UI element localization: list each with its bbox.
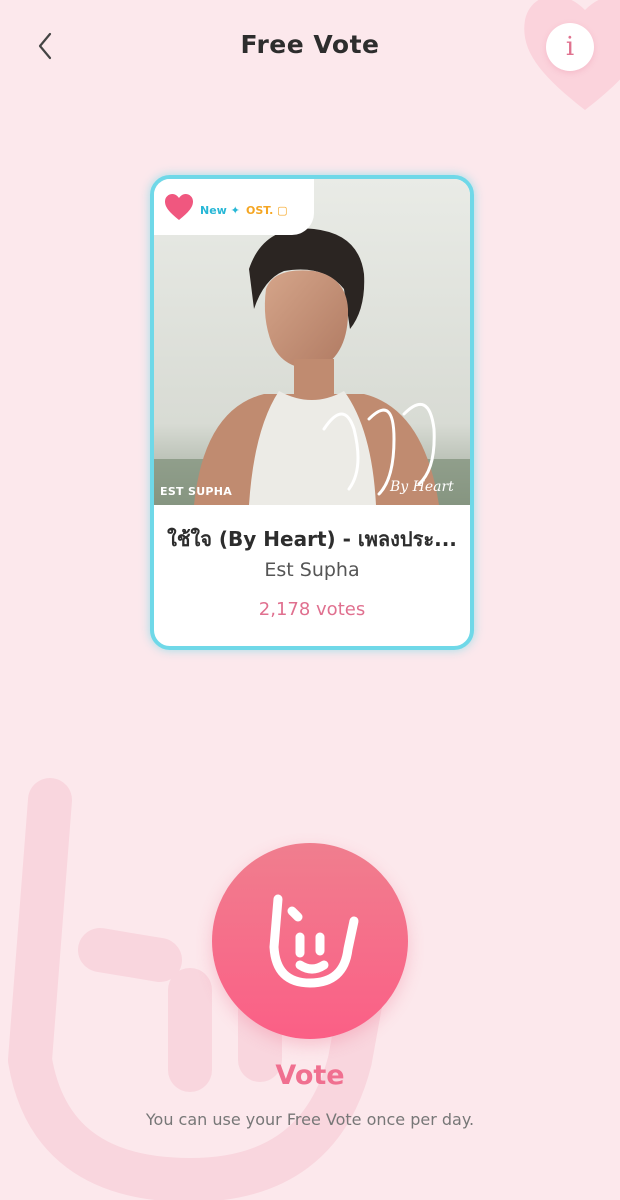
vote-label: Vote bbox=[275, 1060, 345, 1091]
artist-name: Est Supha bbox=[264, 559, 360, 581]
page-title: Free Vote bbox=[240, 30, 380, 59]
vote-count: 2,178 votes bbox=[258, 599, 366, 620]
song-title: ใช้ใจ (By Heart) - เพลงประ... bbox=[167, 527, 457, 551]
header-bar: Free Vote i bbox=[0, 0, 620, 96]
svg-text:By Heart: By Heart bbox=[389, 479, 454, 495]
info-button[interactable]: i bbox=[546, 23, 594, 71]
song-card[interactable]: By Heart New ✦ OST. ▢ EST SUPHA ใช้ใจ (B… bbox=[150, 175, 474, 650]
heart-icon[interactable] bbox=[164, 193, 194, 221]
new-badge: New ✦ bbox=[200, 204, 240, 217]
cover-artist-watermark: EST SUPHA bbox=[160, 485, 233, 498]
ost-badge: OST. ▢ bbox=[246, 204, 288, 217]
vote-button[interactable] bbox=[212, 843, 408, 1039]
album-cover: By Heart New ✦ OST. ▢ EST SUPHA bbox=[154, 179, 470, 505]
badge-bar: New ✦ OST. ▢ bbox=[154, 179, 314, 235]
free-vote-hint: You can use your Free Vote once per day. bbox=[145, 1110, 475, 1129]
rock-hand-icon bbox=[269, 894, 359, 988]
